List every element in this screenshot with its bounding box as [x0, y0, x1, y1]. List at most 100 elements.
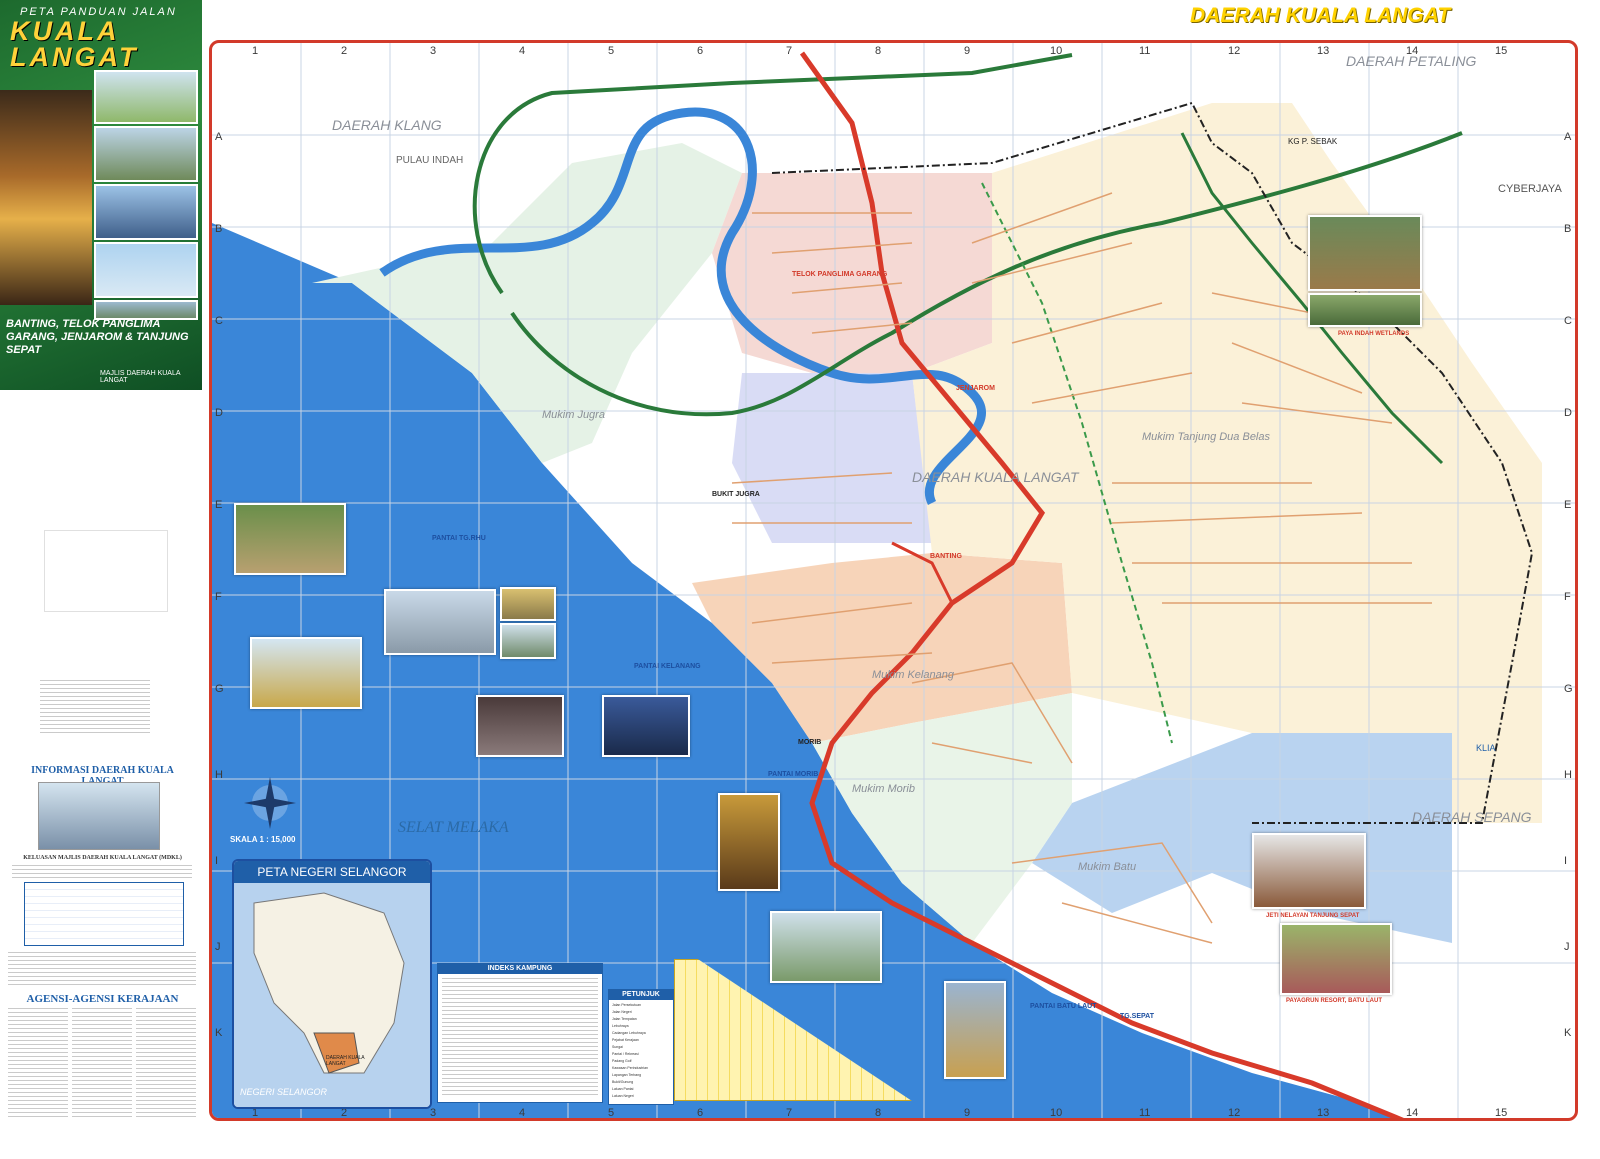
cover-brand: KUALA LANGAT	[10, 16, 139, 72]
grid-col-4: 4	[519, 45, 526, 57]
photo-mosque	[250, 637, 362, 709]
grid-col-5: 5	[608, 45, 615, 57]
grid-row-i-right: I	[1564, 855, 1568, 867]
grid-row-k: K	[215, 1027, 223, 1039]
grid-row-f-right: F	[1564, 591, 1571, 603]
caption-paya-indah: PAYA INDAH WETLANDS	[1338, 331, 1410, 337]
beach-tg-rhu: PANTAI TG.RHU	[432, 535, 486, 542]
cover-photo-5	[94, 300, 198, 320]
photo-jeti-nelayan	[1252, 833, 1366, 909]
grid-col-14-bottom: 14	[1406, 1107, 1419, 1119]
grid-col-11-bottom: 11	[1139, 1107, 1151, 1119]
grid-col-15: 15	[1495, 45, 1508, 57]
grid-row-i: I	[215, 855, 219, 867]
inset-footer: NEGERI SELANGOR	[240, 1087, 328, 1097]
grid-row-g: G	[215, 683, 224, 695]
town-jenjarom: JENJAROM	[956, 385, 995, 392]
cover-sunset-photo	[0, 90, 92, 305]
grid-row-g-right: G	[1564, 683, 1573, 695]
place-klia: KLIA	[1476, 743, 1496, 753]
cover-panel: PETA PANDUAN JALAN KUALA LANGAT BANTING,…	[0, 0, 202, 390]
photo-palace-2	[500, 623, 556, 659]
photo-paya-indah	[1308, 215, 1422, 291]
grid-col-5-bottom: 5	[608, 1107, 615, 1119]
district-text	[8, 952, 196, 988]
inset-district: DAERAH KUALA LANGAT	[326, 1055, 365, 1067]
mukim-tanjung-dua-belas: Mukim Tanjung Dua Belas	[1142, 431, 1270, 443]
petunjuk-item: Pantai / Rekreasi	[612, 1052, 639, 1056]
petunjuk-item: Pejabat Kerajaan	[612, 1038, 639, 1042]
grid-row-f: F	[215, 591, 222, 603]
agencies-list-3	[136, 1008, 196, 1118]
inset-selangor: PETA NEGERI SELANGOR DAERAH KUALA LANGAT…	[232, 859, 432, 1109]
grid-row-a: A	[215, 131, 223, 143]
town-bukit-jugra: BUKIT JUGRA	[712, 491, 760, 498]
grid-row-d-right: D	[1564, 407, 1572, 419]
mukim-jugra: Mukim Jugra	[542, 409, 605, 421]
credits-text	[40, 680, 150, 734]
grid-row-c-right: C	[1564, 315, 1572, 327]
region-cyberjaya: CYBERJAYA	[1498, 183, 1562, 195]
grid-row-j-right: J	[1564, 941, 1570, 953]
grid-row-e: E	[215, 499, 223, 511]
grid-col-7-bottom: 7	[786, 1107, 793, 1119]
petunjuk-item: Lapangan Terbang	[612, 1073, 642, 1077]
grid-row-k-right: K	[1564, 1027, 1572, 1039]
agencies-list-1	[8, 1008, 68, 1118]
page-title: DAERAH KUALA LANGAT	[1190, 4, 1451, 27]
grid-row-b: B	[215, 223, 223, 235]
grid-col-9-bottom: 9	[964, 1107, 971, 1119]
region-petaling: DAERAH PETALING	[1346, 53, 1477, 69]
grid-col-3: 3	[430, 45, 437, 57]
photo-palace	[500, 587, 556, 621]
photo-sunset-2	[718, 793, 780, 891]
petunjuk-legend: PETUNJUK Jalan Persekutuan Jalan Negeri …	[608, 989, 674, 1105]
grid-col-1: 1	[252, 45, 259, 57]
mukim-morib: Mukim Morib	[852, 783, 915, 795]
grid-row-b-right: B	[1564, 223, 1572, 235]
grid-row-j: J	[215, 941, 221, 953]
photo-jetty-dusk	[602, 695, 690, 757]
place-kg-p-sebak: KG P. SEBAK	[1288, 137, 1338, 146]
petunjuk-item: Kawasan Perindustrian	[612, 1066, 648, 1070]
grid-row-h: H	[215, 769, 223, 781]
petunjuk-item: Laluan Negeri	[612, 1094, 634, 1098]
grid-col-10: 10	[1050, 45, 1063, 57]
grid-col-10-bottom: 10	[1050, 1107, 1063, 1119]
grid-col-3-bottom: 3	[430, 1107, 437, 1119]
inset-map-svg	[234, 883, 430, 1107]
indeks-list	[442, 978, 598, 1098]
town-morib: MORIB	[798, 739, 822, 746]
beach-batu-laut: PANTAI BATU LAUT	[1030, 1003, 1097, 1010]
grid-col-6: 6	[697, 45, 704, 57]
cover-photo-3	[94, 184, 198, 240]
region-sepang: DAERAH SEPANG	[1412, 809, 1532, 825]
petunjuk-list: Jalan Persekutuan Jalan Negeri Jalan Tem…	[612, 1002, 672, 1100]
grid-row-c: C	[215, 315, 223, 327]
indeks-kampung: INDEKS KAMPUNG	[437, 963, 603, 1103]
grid-row-d: D	[215, 407, 223, 419]
indeks-title: INDEKS KAMPUNG	[438, 964, 602, 974]
region-klang: DAERAH KLANG	[332, 117, 442, 133]
grid-col-13: 13	[1317, 45, 1330, 57]
beach-kelanang: PANTAI KELANANG	[634, 663, 701, 670]
petunjuk-title: PETUNJUK	[609, 990, 673, 1000]
beach-morib: PANTAI MORIB	[768, 771, 819, 778]
photo-paya-indah-2	[1308, 293, 1422, 327]
grid-col-13-bottom: 13	[1317, 1107, 1330, 1119]
petunjuk-item: Bukit/Gunung	[612, 1080, 634, 1084]
photo-sunset-1	[476, 695, 564, 757]
scale-label: SKALA 1 : 15,000	[230, 835, 296, 844]
cover-council: MAJLIS DAERAH KUALA LANGAT	[100, 370, 181, 384]
photo-resort	[770, 911, 882, 983]
petunjuk-item: Padang Golf	[612, 1059, 632, 1063]
photo-monument	[944, 981, 1006, 1079]
cover-places: BANTING, TELOK PANGLIMA GARANG, JENJAROM…	[6, 318, 189, 356]
petunjuk-item: Lebuhraya	[612, 1024, 629, 1028]
region-kuala-langat: DAERAH KUALA LANGAT	[912, 469, 1079, 485]
petunjuk-item: Jalan Persekutuan	[612, 1003, 641, 1007]
photo-payagrun	[1280, 923, 1392, 995]
petunjuk-item: Sungai	[612, 1045, 623, 1049]
mukim-batu: Mukim Batu	[1078, 861, 1137, 873]
blank-box	[44, 530, 168, 612]
